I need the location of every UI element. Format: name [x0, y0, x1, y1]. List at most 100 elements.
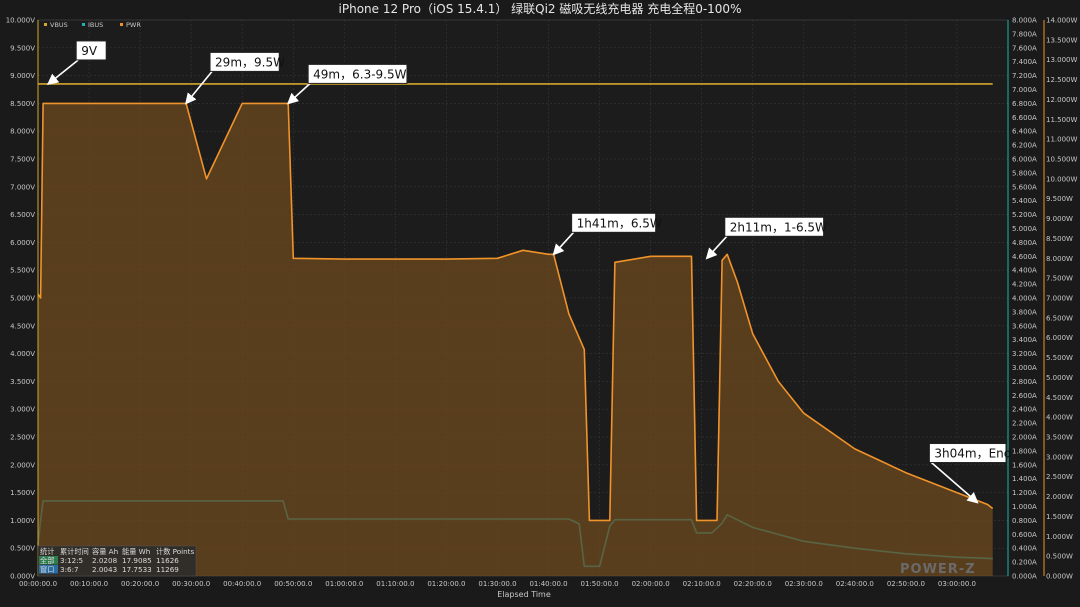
y-right-power-tick-label: 10.000W	[1046, 175, 1077, 183]
y-left-tick-label: 6.500V	[10, 211, 35, 219]
y-right-power-tick-label: 12.500W	[1046, 76, 1077, 84]
x-tick-label: 01:00:00.0	[325, 580, 363, 588]
x-tick-label: 02:50:00.0	[887, 580, 925, 588]
y-right-power-tick-label: 12.000W	[1046, 96, 1077, 104]
x-tick-label: 02:30:00.0	[785, 580, 823, 588]
y-left-tick-label: 8.000V	[10, 128, 35, 136]
y-right-power-tick-label: 7.500W	[1046, 275, 1073, 283]
y-right-current-tick-label: 6.800A	[1012, 100, 1037, 108]
y-right-current-tick-label: 0.600A	[1012, 531, 1037, 539]
y-right-current-tick-label: 5.600A	[1012, 183, 1037, 191]
y-right-power-tick-label: 8.500W	[1046, 235, 1073, 243]
annotation-text: 3h04m，End	[934, 447, 1011, 461]
x-tick-label: 02:20:00.0	[734, 580, 772, 588]
y-right-current-tick-label: 3.400A	[1012, 336, 1037, 344]
x-tick-label: 01:40:00.0	[529, 580, 567, 588]
stats-cell: 3:6:7	[60, 565, 79, 574]
y-right-current-tick-label: 2.600A	[1012, 392, 1037, 400]
legend-label: IBUS	[88, 21, 103, 29]
y-right-power-tick-label: 13.500W	[1046, 36, 1077, 44]
stats-cell: 11269	[156, 565, 179, 574]
y-right-current-tick-label: 1.800A	[1012, 447, 1037, 455]
annotation-text: 29m，9.5W	[215, 55, 285, 69]
y-left-tick-label: 3.500V	[10, 378, 35, 386]
x-tick-label: 00:20:00.0	[121, 580, 159, 588]
stats-cell: 2.0208	[92, 556, 118, 565]
x-axis-label: Elapsed Time	[497, 590, 551, 599]
y-left-tick-label: 2.000V	[10, 461, 35, 469]
y-right-power-tick-label: 1.000W	[1046, 533, 1073, 541]
y-right-power-tick-label: 9.000W	[1046, 215, 1073, 223]
y-right-power-tick-label: 3.500W	[1046, 434, 1073, 442]
y-left-tick-label: 4.000V	[10, 350, 35, 358]
y-left-tick-label: 2.500V	[10, 434, 35, 442]
stats-header: 计数 Points	[156, 547, 195, 556]
y-right-power-tick-label: 4.000W	[1046, 414, 1073, 422]
annotation-text: 9V	[81, 44, 98, 58]
y-right-current-tick-label: 1.000A	[1012, 503, 1037, 511]
stats-table: 统计 累计时间 容量 Ah 能量 Wh 计数 Points 全部 3:12:5 2.0208 1…	[37, 545, 197, 577]
chart-svg: iPhone 12 Pro（iOS 15.4.1） 绿联Qi2 磁吸无线充电器 …	[0, 0, 1080, 607]
legend-label: PWR	[126, 21, 141, 29]
y-right-current-tick-label: 4.000A	[1012, 295, 1037, 303]
y-right-power-tick-label: 9.500W	[1046, 195, 1073, 203]
y-left-tick-label: 3.000V	[10, 406, 35, 414]
y-right-current-tick-label: 5.200A	[1012, 211, 1037, 219]
y-left-tick-label: 9.500V	[10, 44, 35, 52]
y-right-power-tick-label: 4.500W	[1046, 394, 1073, 402]
stats-cell: 17.7533	[122, 565, 152, 574]
y-right-current-tick-label: 1.600A	[1012, 461, 1037, 469]
y-right-current-tick-label: 3.000A	[1012, 364, 1037, 372]
y-right-current-tick-label: 4.400A	[1012, 267, 1037, 275]
y-right-power-tick-label: 5.500W	[1046, 354, 1073, 362]
y-right-power-tick-label: 10.500W	[1046, 156, 1077, 164]
y-right-current-tick-label: 0.200A	[1012, 559, 1037, 567]
y-right-current-tick-label: 0.000A	[1012, 573, 1037, 581]
y-right-current-tick-label: 7.800A	[1012, 30, 1037, 38]
y-right-current-tick-label: 6.000A	[1012, 156, 1037, 164]
stats-header: 容量 Ah	[92, 547, 118, 556]
stats-cell: 2.0043	[92, 565, 117, 574]
x-tick-label: 01:20:00.0	[427, 580, 465, 588]
y-right-power-tick-label: 8.000W	[1046, 255, 1073, 263]
y-left-tick-label: 1.500V	[10, 489, 35, 497]
x-tick-label: 01:10:00.0	[376, 580, 414, 588]
annotation-text: 1h41m，6.5W	[577, 216, 662, 230]
y-right-current-tick-label: 3.800A	[1012, 308, 1037, 316]
annotation-text: 2h11m，1-6.5W	[730, 220, 827, 234]
y-right-current-tick-label: 6.200A	[1012, 142, 1037, 150]
x-tick-label: 00:30:00.0	[172, 580, 210, 588]
y-right-power-tick-label: 7.000W	[1046, 295, 1073, 303]
y-right-power-tick-label: 2.000W	[1046, 493, 1073, 501]
y-right-current-tick-label: 5.400A	[1012, 197, 1037, 205]
y-right-current-tick-label: 1.400A	[1012, 475, 1037, 483]
y-right-power-tick-label: 5.000W	[1046, 374, 1073, 382]
x-tick-label: 02:40:00.0	[836, 580, 874, 588]
stats-cell: 窗口	[40, 565, 54, 574]
chart-root: iPhone 12 Pro（iOS 15.4.1） 绿联Qi2 磁吸无线充电器 …	[0, 0, 1080, 607]
y-right-current-tick-label: 2.000A	[1012, 434, 1037, 442]
x-tick-label: 01:50:00.0	[581, 580, 619, 588]
stats-cell: 17.9085	[122, 556, 152, 565]
x-tick-label: 00:50:00.0	[274, 580, 312, 588]
y-right-current-tick-label: 0.800A	[1012, 517, 1037, 525]
y-right-power-tick-label: 6.500W	[1046, 314, 1073, 322]
y-right-current-tick-label: 5.800A	[1012, 169, 1037, 177]
legend-label: VBUS	[50, 21, 68, 29]
y-right-current-tick-label: 4.600A	[1012, 253, 1037, 261]
y-left-tick-label: 7.500V	[10, 156, 35, 164]
y-right-current-tick-label: 4.800A	[1012, 239, 1037, 247]
legend-swatch	[120, 23, 123, 26]
y-right-current-tick-label: 1.200A	[1012, 489, 1037, 497]
x-tick-label: 00:40:00.0	[223, 580, 261, 588]
y-left-tick-label: 10.000V	[6, 17, 35, 25]
y-right-power-tick-label: 6.000W	[1046, 334, 1073, 342]
y-left-tick-label: 5.500V	[10, 267, 35, 275]
y-right-current-tick-label: 7.000A	[1012, 86, 1037, 94]
watermark: POWER-Z	[900, 562, 976, 577]
y-left-tick-label: 0.500V	[10, 545, 35, 553]
y-right-power-tick-label: 11.000W	[1046, 136, 1077, 144]
y-left-tick-label: 6.000V	[10, 239, 35, 247]
y-right-current-tick-label: 3.200A	[1012, 350, 1037, 358]
stats-cell: 11626	[156, 556, 179, 565]
